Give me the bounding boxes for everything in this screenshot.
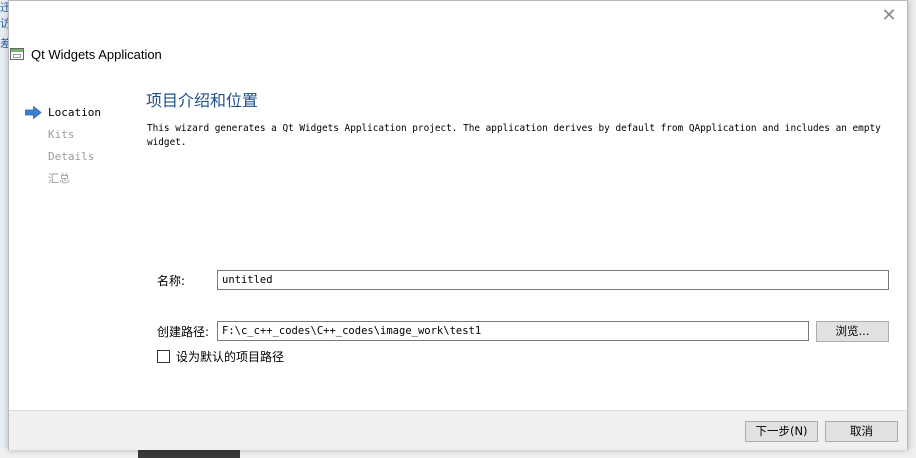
step-label: Kits	[48, 128, 75, 141]
qt-application-icon	[10, 48, 24, 60]
close-icon[interactable]: ✕	[879, 6, 899, 26]
dialog-titlebar: ✕	[9, 1, 907, 31]
path-label: 创建路径:	[157, 325, 210, 339]
wizard-steps: Location Kits Details 汇总	[25, 105, 101, 193]
browse-button[interactable]: 浏览...	[816, 321, 889, 342]
wizard-title: Qt Widgets Application	[31, 47, 162, 62]
step-details: Details	[25, 149, 101, 171]
cancel-button[interactable]: 取消	[825, 421, 898, 442]
current-step-arrow-icon	[25, 106, 42, 119]
project-name-input[interactable]: untitled	[217, 270, 889, 290]
background-right-edge	[908, 0, 916, 458]
project-path-input[interactable]: F:\c_c++_codes\C++_codes\image_work\test…	[217, 321, 809, 341]
name-label: 名称:	[157, 274, 186, 288]
step-summary: 汇总	[25, 171, 101, 193]
step-location: Location	[25, 105, 101, 127]
default-path-checkbox[interactable]	[157, 350, 170, 363]
background-left-edge	[0, 0, 8, 458]
page-title: 项目介绍和位置	[146, 91, 259, 110]
dialog-footer: 下一步(N) 取消	[9, 410, 907, 450]
background-taskbar-fragment	[138, 450, 240, 458]
next-button[interactable]: 下一步(N)	[745, 421, 818, 442]
step-label: Location	[48, 106, 101, 119]
new-project-wizard-dialog: ✕ Qt Widgets Application Location Kits D…	[8, 0, 908, 450]
step-label: Details	[48, 150, 95, 163]
step-kits: Kits	[25, 127, 101, 149]
default-path-label: 设为默认的项目路径	[176, 350, 285, 364]
page-description: This wizard generates a Qt Widgets Appli…	[147, 123, 881, 148]
step-label: 汇总	[48, 172, 70, 185]
